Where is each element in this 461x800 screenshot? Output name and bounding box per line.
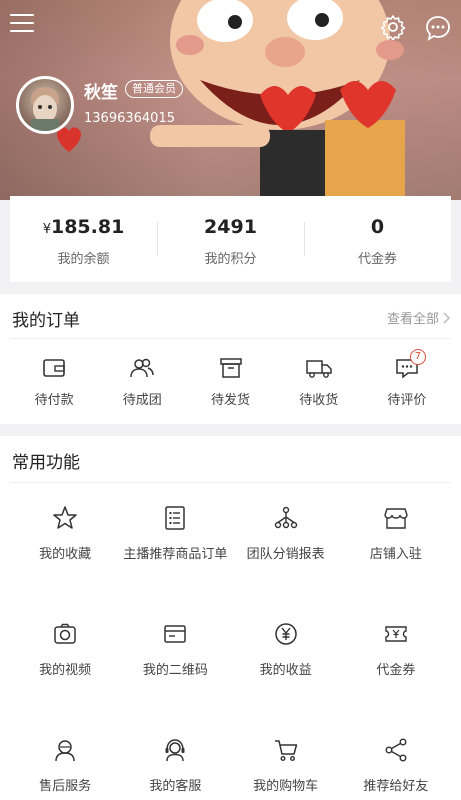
order-pending-receipt[interactable]: 待收货 bbox=[275, 339, 363, 424]
functions-section: 常用功能 我的收藏 主播推荐商品订单 团队分销报表 店铺入驻 我的视频 我的二维… bbox=[0, 436, 461, 800]
order-label: 待收货 bbox=[299, 393, 339, 408]
share-icon bbox=[385, 738, 407, 762]
func-team-report[interactable]: 团队分销报表 bbox=[231, 483, 341, 599]
store-icon bbox=[384, 508, 408, 529]
func-label: 我的二维码 bbox=[142, 663, 208, 678]
points-item[interactable]: 2491 我的积分 bbox=[157, 196, 304, 282]
box-icon bbox=[219, 358, 242, 378]
func-label: 推荐给好友 bbox=[363, 779, 429, 794]
order-label: 待成团 bbox=[122, 393, 162, 408]
order-label: 待付款 bbox=[34, 393, 74, 408]
points-value: 2491 bbox=[204, 216, 257, 238]
yen-icon bbox=[274, 623, 297, 645]
func-videos[interactable]: 我的视频 bbox=[10, 599, 120, 715]
phone-number: 13696364015 bbox=[84, 111, 175, 126]
member-level-badge: 普通会员 bbox=[125, 80, 183, 98]
order-status-row: 待付款 待成团 待发货 待收货 7 待评价 bbox=[10, 338, 451, 424]
func-share[interactable]: 推荐给好友 bbox=[341, 715, 451, 800]
func-anchor-orders[interactable]: 主播推荐商品订单 bbox=[120, 483, 230, 599]
voucher-value: 0 bbox=[370, 216, 385, 238]
func-label: 我的视频 bbox=[39, 663, 92, 678]
currency-symbol: ¥ bbox=[42, 222, 51, 237]
func-customer-service[interactable]: 我的客服 bbox=[120, 715, 230, 800]
service-icon bbox=[55, 740, 75, 762]
balance-item[interactable]: ¥185.81 我的余额 bbox=[10, 196, 157, 282]
gear-icon[interactable] bbox=[380, 14, 406, 40]
func-label: 主播推荐商品订单 bbox=[123, 547, 228, 562]
func-qrcode[interactable]: 我的二维码 bbox=[120, 599, 230, 715]
func-label: 售后服务 bbox=[39, 779, 92, 794]
orders-title: 我的订单 bbox=[12, 311, 80, 331]
menu-icon[interactable] bbox=[10, 14, 34, 38]
camera-icon bbox=[54, 623, 76, 644]
network-icon bbox=[274, 506, 297, 529]
group-icon bbox=[130, 358, 155, 378]
user-name: 秋笙 bbox=[84, 83, 118, 103]
voucher-label: 代金券 bbox=[357, 252, 397, 267]
balance-value: 185.81 bbox=[50, 216, 125, 238]
functions-title: 常用功能 bbox=[12, 453, 80, 473]
points-label: 我的积分 bbox=[204, 252, 257, 267]
avatar[interactable] bbox=[16, 76, 74, 134]
profile-header: 秋笙 普通会员 13696364015 bbox=[0, 0, 461, 200]
func-earnings[interactable]: 我的收益 bbox=[231, 599, 341, 715]
ticket-icon bbox=[385, 626, 407, 642]
card-icon bbox=[164, 625, 187, 643]
star-icon bbox=[53, 506, 77, 529]
truck-icon bbox=[305, 360, 332, 378]
wallet-icon bbox=[43, 359, 65, 377]
func-favorites[interactable]: 我的收藏 bbox=[10, 483, 120, 599]
func-label: 代金券 bbox=[376, 663, 416, 678]
balance-label: 我的余额 bbox=[57, 252, 110, 267]
balance-card: ¥185.81 我的余额 2491 我的积分 0 代金券 bbox=[10, 196, 451, 282]
func-label: 我的客服 bbox=[149, 779, 202, 794]
order-pending-shipment[interactable]: 待发货 bbox=[186, 339, 274, 424]
func-label: 店铺入驻 bbox=[369, 547, 422, 562]
view-all-link[interactable]: 查看全部 bbox=[387, 308, 451, 327]
order-pending-review[interactable]: 7 待评价 bbox=[363, 339, 451, 424]
avatar-image bbox=[31, 87, 59, 131]
list-icon bbox=[165, 506, 186, 530]
order-label: 待评价 bbox=[387, 393, 427, 408]
order-pending-group[interactable]: 待成团 bbox=[98, 339, 186, 424]
voucher-item[interactable]: 0 代金券 bbox=[304, 196, 451, 282]
func-label: 我的收益 bbox=[259, 663, 312, 678]
func-label: 团队分销报表 bbox=[246, 547, 325, 562]
headset-icon bbox=[165, 739, 185, 762]
orders-section: 我的订单 查看全部 待付款 待成团 待发货 待收货 7 待评价 bbox=[0, 294, 461, 424]
chevron-right-icon bbox=[443, 311, 451, 324]
chat-icon[interactable] bbox=[424, 14, 452, 42]
func-label: 我的购物车 bbox=[253, 779, 319, 794]
view-all-label: 查看全部 bbox=[386, 312, 439, 327]
functions-grid: 我的收藏 主播推荐商品订单 团队分销报表 店铺入驻 我的视频 我的二维码 我的收… bbox=[10, 482, 451, 800]
func-vouchers[interactable]: 代金券 bbox=[341, 599, 451, 715]
cartoon-background bbox=[150, 0, 405, 200]
func-label: 我的收藏 bbox=[39, 547, 92, 562]
func-after-sales[interactable]: 售后服务 bbox=[10, 715, 120, 800]
cart-icon bbox=[274, 740, 297, 762]
review-count-badge: 7 bbox=[409, 349, 426, 365]
func-store-join[interactable]: 店铺入驻 bbox=[341, 483, 451, 599]
order-pending-payment[interactable]: 待付款 bbox=[10, 339, 98, 424]
order-label: 待发货 bbox=[211, 393, 251, 408]
func-cart[interactable]: 我的购物车 bbox=[231, 715, 341, 800]
